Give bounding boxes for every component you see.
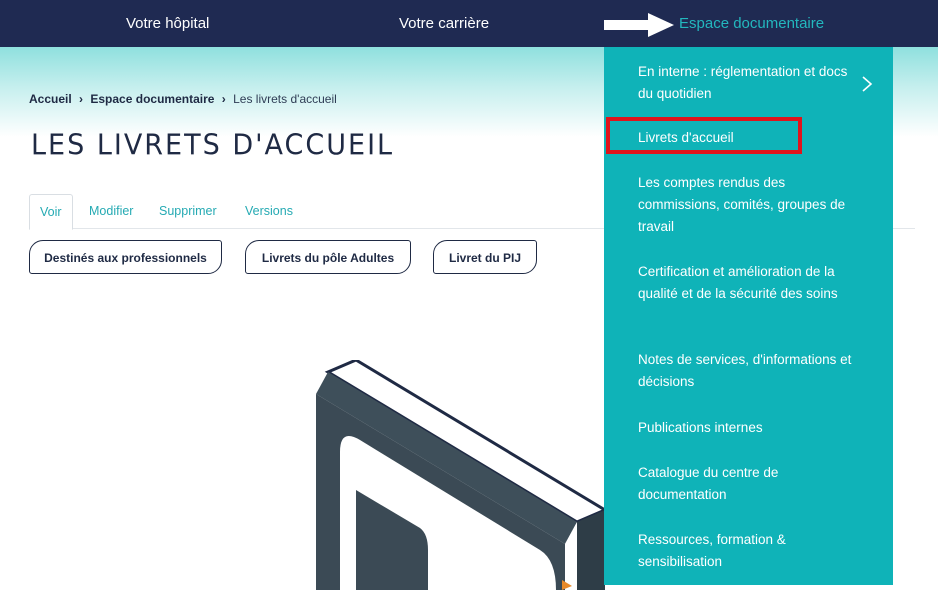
highlight-box <box>606 117 802 154</box>
tab-voir[interactable]: Voir <box>29 194 73 230</box>
nav-espace-documentaire[interactable]: Espace documentaire <box>679 0 824 47</box>
filter-pole-adultes-button[interactable]: Livrets du pôle Adultes <box>245 240 411 274</box>
breadcrumb-section-link[interactable]: Espace documentaire <box>90 92 214 106</box>
tab-versions[interactable]: Versions <box>245 194 293 228</box>
nav-votre-carriere[interactable]: Votre carrière <box>399 0 489 47</box>
menu-item-notes-services[interactable]: Notes de services, d'informations et déc… <box>638 349 858 393</box>
menu-item-en-interne[interactable]: En interne : réglementation et docs du q… <box>638 61 858 105</box>
arrow-pointer-icon <box>604 13 674 42</box>
top-navigation: Votre hôpital Votre carrière Espace docu… <box>0 0 938 47</box>
breadcrumb-separator-icon: › <box>221 92 226 106</box>
breadcrumb: Accueil › Espace documentaire › Les livr… <box>29 92 337 106</box>
menu-item-comptes-rendus[interactable]: Les comptes rendus des commissions, comi… <box>638 172 858 238</box>
book-illustration <box>300 358 620 595</box>
breadcrumb-current: Les livrets d'accueil <box>233 92 337 106</box>
menu-item-certification[interactable]: Certification et amélioration de la qual… <box>638 261 858 305</box>
chevron-right-icon[interactable] <box>861 75 873 98</box>
tab-modifier[interactable]: Modifier <box>89 194 133 228</box>
filter-destines-professionnels-button[interactable]: Destinés aux professionnels <box>29 240 222 274</box>
menu-item-catalogue[interactable]: Catalogue du centre de documentation <box>638 462 858 506</box>
page-title: LES LIVRETS D'ACCUEIL <box>31 129 395 162</box>
tab-supprimer[interactable]: Supprimer <box>159 194 217 228</box>
menu-item-ressources-formation[interactable]: Ressources, formation & sensibilisation <box>638 529 858 573</box>
filter-livret-pij-button[interactable]: Livret du PIJ <box>433 240 537 274</box>
breadcrumb-separator-icon: › <box>79 92 84 106</box>
breadcrumb-home-link[interactable]: Accueil <box>29 92 72 106</box>
menu-item-publications-internes[interactable]: Publications internes <box>638 417 858 439</box>
nav-votre-hopital[interactable]: Votre hôpital <box>126 0 209 47</box>
